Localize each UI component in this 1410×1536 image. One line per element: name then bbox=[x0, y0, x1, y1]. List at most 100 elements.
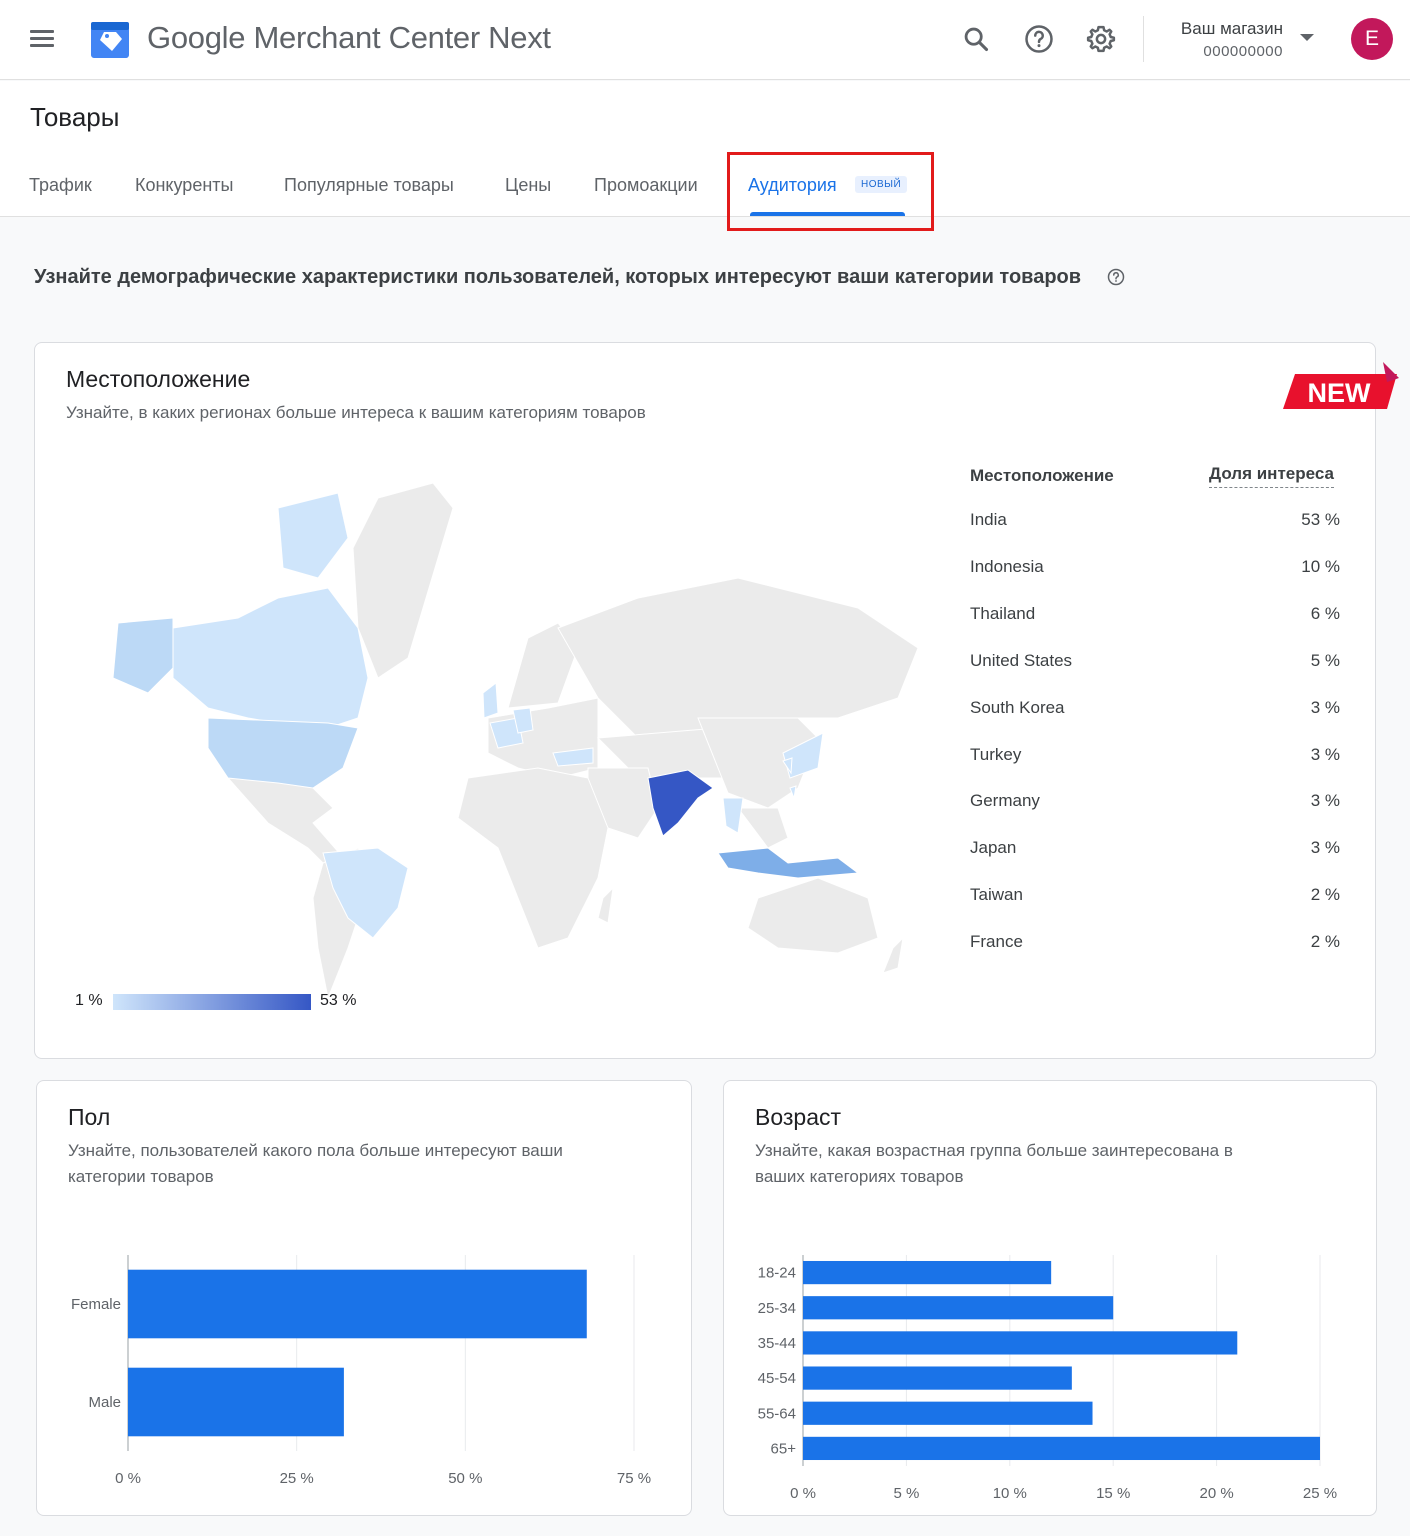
world-map[interactable] bbox=[78, 478, 920, 998]
map-new-zealand bbox=[882, 936, 904, 974]
location-name: United States bbox=[970, 650, 1073, 670]
map-greenland bbox=[352, 482, 454, 679]
gender-bar-chart: 0 % 25 % 50 % 75 % Female Male bbox=[71, 1255, 651, 1487]
x-tick-label: 15 % bbox=[1096, 1485, 1130, 1502]
help-icon[interactable] bbox=[1107, 268, 1125, 286]
y-category-label: 18-24 bbox=[758, 1265, 796, 1282]
y-category-label: 45-54 bbox=[758, 1370, 796, 1387]
avatar[interactable]: E bbox=[1351, 18, 1393, 60]
x-tick-label: 20 % bbox=[1199, 1485, 1233, 1502]
x-tick-label: 0 % bbox=[115, 1470, 141, 1487]
map-se-asia bbox=[737, 807, 789, 849]
bar-18-24[interactable] bbox=[803, 1260, 1052, 1285]
tab-promotions[interactable]: Промоакции bbox=[594, 175, 698, 196]
map-australia bbox=[747, 877, 879, 954]
location-row: South Korea 3 % bbox=[970, 698, 1340, 718]
page-header: Товары Трафик Конкуренты Популярные това… bbox=[0, 81, 1410, 217]
tab-prices[interactable]: Цены bbox=[505, 175, 551, 196]
age-title: Возраст bbox=[755, 1104, 842, 1130]
gender-description: Узнайте, пользователей какого пола больш… bbox=[68, 1138, 563, 1190]
x-tick-label: 25 % bbox=[1303, 1485, 1337, 1502]
map-madagascar bbox=[597, 886, 614, 924]
bar-55-64[interactable] bbox=[803, 1401, 1093, 1425]
bar-35-44[interactable] bbox=[803, 1331, 1238, 1355]
page-title: Товары bbox=[30, 102, 120, 132]
location-row: Germany 3 % bbox=[970, 791, 1340, 811]
store-id: 000000000 bbox=[1203, 43, 1283, 60]
map-canada bbox=[172, 587, 369, 729]
bar-45-54[interactable] bbox=[803, 1366, 1072, 1390]
bar-female[interactable] bbox=[128, 1269, 587, 1339]
y-category-label: 55-64 bbox=[758, 1405, 796, 1422]
y-category-label: Female bbox=[71, 1296, 121, 1313]
x-tick-label: 10 % bbox=[993, 1485, 1027, 1502]
legend-max-label: 53 % bbox=[320, 992, 357, 1009]
location-share: 6 % bbox=[1310, 603, 1340, 623]
x-tick-label: 50 % bbox=[448, 1470, 482, 1487]
location-row: India 53 % bbox=[970, 510, 1340, 530]
search-icon[interactable] bbox=[957, 20, 995, 58]
location-name: Indonesia bbox=[970, 556, 1044, 576]
bar-male[interactable] bbox=[128, 1367, 344, 1437]
svg-text:NEW: NEW bbox=[1308, 378, 1372, 408]
location-share: 3 % bbox=[1310, 838, 1340, 858]
location-title: Местоположение bbox=[66, 366, 251, 392]
location-share: 5 % bbox=[1310, 650, 1340, 670]
age-description-line1: Узнайте, какая возрастная группа больше … bbox=[755, 1141, 1233, 1160]
settings-icon[interactable] bbox=[1082, 20, 1120, 58]
location-row: France 2 % bbox=[970, 932, 1340, 952]
bar-65+[interactable] bbox=[803, 1436, 1320, 1461]
divider bbox=[1143, 16, 1144, 62]
x-tick-label: 0 % bbox=[790, 1485, 816, 1502]
location-description: Узнайте, в каких регионах больше интерес… bbox=[66, 403, 646, 422]
highlight-annotation bbox=[727, 152, 934, 231]
section-subtitle: Узнайте демографические характеристики п… bbox=[34, 266, 1082, 288]
new-ribbon-graphic: NEW bbox=[1283, 362, 1399, 409]
y-category-label: 65+ bbox=[771, 1440, 797, 1457]
map-usa bbox=[207, 717, 359, 789]
y-category-label: Male bbox=[88, 1394, 121, 1411]
map-russia bbox=[557, 577, 919, 739]
x-tick-label: 5 % bbox=[893, 1485, 919, 1502]
map-india bbox=[647, 769, 714, 837]
location-row: Turkey 3 % bbox=[970, 745, 1340, 765]
legend-gradient bbox=[113, 994, 311, 1010]
age-bar-chart: 0 % 5 % 10 % 15 % 20 % 25 % 18-24 25-34 35-44 45-… bbox=[758, 1255, 1337, 1502]
location-share: 3 % bbox=[1310, 744, 1340, 764]
app-title: Google Merchant Center Next bbox=[147, 20, 551, 55]
tab-traffic[interactable]: Трафик bbox=[29, 175, 92, 196]
x-tick-label: 75 % bbox=[617, 1470, 651, 1487]
help-icon[interactable] bbox=[1020, 20, 1058, 58]
gender-description-line2: категории товаров bbox=[68, 1167, 214, 1186]
map-indonesia bbox=[717, 847, 860, 879]
map-alaska bbox=[112, 617, 174, 694]
location-name: Turkey bbox=[970, 744, 1022, 764]
column-header-location: Местоположение bbox=[970, 466, 1114, 485]
x-tick-label: 25 % bbox=[280, 1470, 314, 1487]
map-thailand bbox=[722, 797, 744, 834]
location-share: 10 % bbox=[1301, 556, 1340, 576]
location-name: Japan bbox=[970, 838, 1017, 858]
bar-25-34[interactable] bbox=[803, 1296, 1114, 1320]
location-row: Taiwan 2 % bbox=[970, 885, 1340, 905]
gender-title: Пол bbox=[68, 1104, 111, 1130]
dropdown-icon bbox=[1300, 34, 1314, 41]
location-name: Taiwan bbox=[970, 885, 1023, 905]
tab-competitors[interactable]: Конкуренты bbox=[135, 175, 233, 196]
location-share: 53 % bbox=[1301, 510, 1340, 529]
age-description: Узнайте, какая возрастная группа больше … bbox=[755, 1138, 1233, 1190]
legend-min-label: 1 % bbox=[75, 992, 103, 1009]
location-row: United States 5 % bbox=[970, 651, 1340, 671]
top-app-bar: Google Merchant Center Next Ваш магазин … bbox=[0, 0, 1410, 80]
location-name: France bbox=[970, 932, 1023, 952]
location-share: 3 % bbox=[1310, 697, 1340, 717]
column-header-share[interactable]: Доля интереса bbox=[1209, 464, 1334, 488]
tab-popular-products[interactable]: Популярные товары bbox=[284, 175, 454, 196]
location-share: 2 % bbox=[1310, 932, 1340, 952]
map-canada-islands bbox=[277, 492, 349, 579]
map-africa bbox=[457, 767, 609, 949]
location-name: India bbox=[970, 510, 1007, 529]
menu-icon[interactable] bbox=[30, 26, 60, 54]
location-row: Indonesia 10 % bbox=[970, 557, 1340, 577]
y-category-label: 35-44 bbox=[758, 1335, 796, 1352]
